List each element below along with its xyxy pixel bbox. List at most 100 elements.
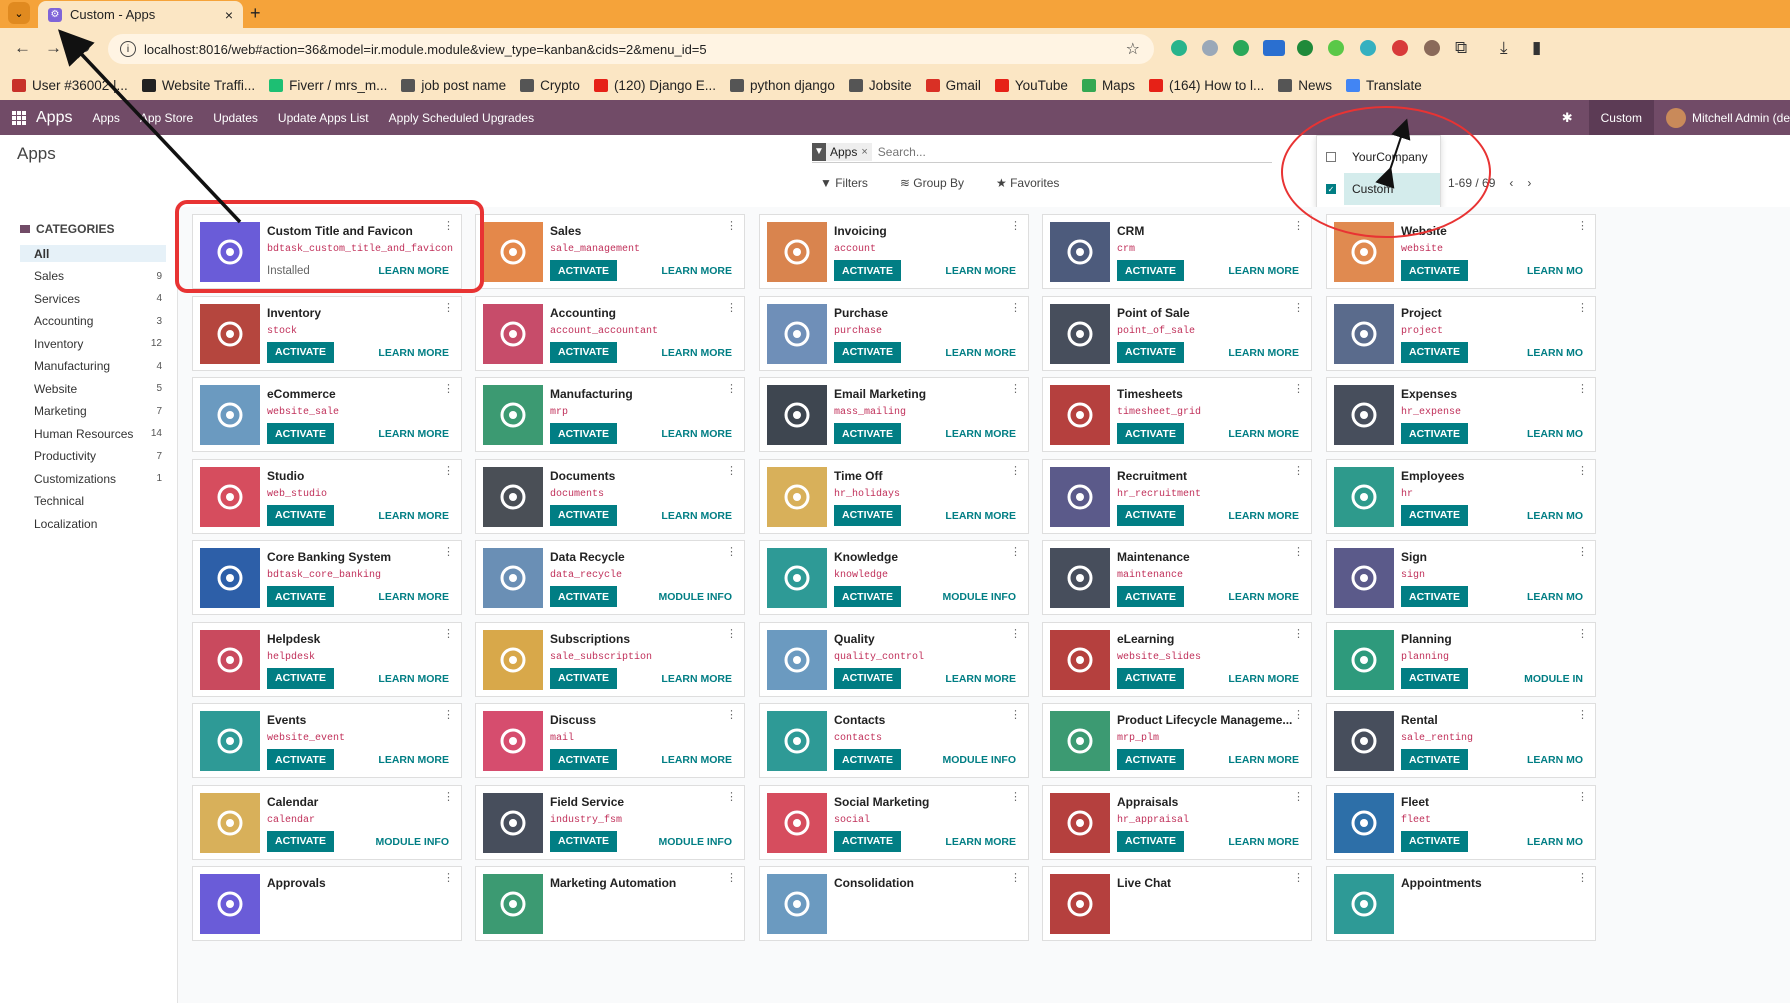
nav-link-update-apps-list[interactable]: Update Apps List xyxy=(278,111,369,125)
card-menu-icon[interactable]: ⋮ xyxy=(726,873,737,884)
card-menu-icon[interactable]: ⋮ xyxy=(1577,710,1588,721)
app-card[interactable]: Email Marketing mass_mailing ⋮ ACTIVATE LEAR… xyxy=(759,377,1029,452)
bookmark-star-icon[interactable]: ☆ xyxy=(1126,39,1140,59)
activate-button[interactable]: ACTIVATE xyxy=(834,260,901,281)
learn-more-link[interactable]: LEARN MORE xyxy=(1228,265,1299,277)
new-extension-icon[interactable] xyxy=(1263,40,1285,56)
card-menu-icon[interactable]: ⋮ xyxy=(726,628,737,640)
filters-button[interactable]: ▼ Filters xyxy=(820,176,884,190)
nav-link-apply-scheduled-upgrades[interactable]: Apply Scheduled Upgrades xyxy=(389,111,534,125)
app-card[interactable]: Core Banking System bdtask_core_banking ⋮ A… xyxy=(192,540,462,615)
card-menu-icon[interactable]: ⋮ xyxy=(1577,465,1588,477)
nav-brand[interactable]: Apps xyxy=(36,109,72,127)
category-item[interactable]: Accounting 3 xyxy=(20,313,166,330)
learn-more-link[interactable]: LEARN MORE xyxy=(1228,591,1299,603)
activate-button[interactable]: ACTIVATE xyxy=(550,341,617,363)
card-menu-icon[interactable]: ⋮ xyxy=(1577,791,1588,803)
app-menu-grid-icon[interactable] xyxy=(12,110,26,125)
bookmark-item[interactable]: python django xyxy=(730,78,835,93)
app-card[interactable]: Field Service industry_fsm ⋮ ACTIVATE MODULE… xyxy=(475,784,745,860)
learn-more-link[interactable]: LEARN MORE xyxy=(661,428,732,440)
card-menu-icon[interactable]: ⋮ xyxy=(1293,873,1304,884)
card-menu-icon[interactable]: ⋮ xyxy=(1577,384,1588,395)
app-card[interactable]: Invoicing account ⋮ ACTIVATE LEARN MORE xyxy=(759,214,1029,289)
back-icon[interactable]: ← xyxy=(14,38,31,58)
card-menu-icon[interactable]: ⋮ xyxy=(443,547,454,558)
learn-more-link[interactable]: LEARN MORE xyxy=(661,754,732,766)
site-info-icon[interactable]: i xyxy=(120,41,136,57)
sidepanel-icon[interactable]: ▮ xyxy=(1532,38,1541,58)
activate-button[interactable]: ACTIVATE xyxy=(1401,749,1468,770)
learn-more-link[interactable]: LEARN MORE xyxy=(945,673,1016,685)
activate-button[interactable]: ACTIVATE xyxy=(834,504,901,526)
group-by-button[interactable]: ≋ Group By xyxy=(900,176,980,190)
learn-more-link[interactable]: MODULE IN xyxy=(1524,673,1583,685)
bookmark-item[interactable]: News xyxy=(1278,78,1332,93)
app-card[interactable]: eCommerce website_sale ⋮ ACTIVATE LEARN MORE xyxy=(192,377,462,452)
activate-button[interactable]: ACTIVATE xyxy=(1117,586,1184,607)
bookmark-item[interactable]: (120) Django E... xyxy=(593,78,716,93)
browser-tab[interactable]: ⚙ Custom - Apps × xyxy=(38,1,243,28)
extension-icon[interactable] xyxy=(1392,40,1408,56)
app-card[interactable]: Approvals ⋮ xyxy=(192,866,462,941)
learn-more-link[interactable]: LEARN MO xyxy=(1527,836,1583,848)
bookmark-item[interactable]: Crypto xyxy=(520,78,580,93)
app-card[interactable]: Planning planning ⋮ ACTIVATE MODULE IN xyxy=(1326,621,1596,697)
extension-icon[interactable] xyxy=(1360,40,1376,56)
forward-icon[interactable]: → xyxy=(45,38,62,58)
app-card[interactable]: Project project ⋮ ACTIVATE LEARN MO xyxy=(1326,295,1596,371)
app-card[interactable]: Documents documents ⋮ ACTIVATE LEARN MORE xyxy=(475,458,745,534)
bookmark-item[interactable]: Fiverr / mrs_m... xyxy=(269,78,387,93)
card-menu-icon[interactable]: ⋮ xyxy=(1010,873,1021,884)
activate-button[interactable]: ACTIVATE xyxy=(1401,504,1468,526)
bookmark-item[interactable]: Website Traffi... xyxy=(141,78,255,93)
card-menu-icon[interactable]: ⋮ xyxy=(1577,302,1588,314)
card-menu-icon[interactable]: ⋮ xyxy=(443,873,454,884)
pager-next-icon[interactable]: › xyxy=(1527,176,1531,190)
app-card[interactable]: Product Lifecycle Manageme... mrp_plm ⋮ ACT… xyxy=(1042,703,1312,778)
learn-more-link[interactable]: LEARN MORE xyxy=(378,673,449,685)
activate-button[interactable]: ACTIVATE xyxy=(550,423,617,444)
activate-button[interactable]: ACTIVATE xyxy=(267,830,334,852)
card-menu-icon[interactable]: ⋮ xyxy=(1010,710,1021,721)
app-card[interactable]: Recruitment hr_recruitment ⋮ ACTIVATE LEARN … xyxy=(1042,458,1312,534)
activate-button[interactable]: ACTIVATE xyxy=(267,341,334,363)
category-item[interactable]: Website 5 xyxy=(20,380,166,397)
app-card[interactable]: Appointments ⋮ xyxy=(1326,866,1596,941)
card-menu-icon[interactable]: ⋮ xyxy=(726,302,737,314)
learn-more-link[interactable]: LEARN MO xyxy=(1527,754,1583,766)
extension-icon[interactable] xyxy=(1328,40,1344,56)
activate-button[interactable]: ACTIVATE xyxy=(1401,423,1468,444)
activate-button[interactable]: ACTIVATE xyxy=(1117,423,1184,444)
search-bar[interactable]: ▼ Apps × xyxy=(812,141,1272,163)
activate-button[interactable]: ACTIVATE xyxy=(550,830,617,852)
user-avatar[interactable] xyxy=(1665,107,1686,128)
nav-link-updates[interactable]: Updates xyxy=(213,111,258,125)
app-card[interactable]: Maintenance maintenance ⋮ ACTIVATE LEARN MOR… xyxy=(1042,540,1312,615)
debug-bug-icon[interactable]: ✱ xyxy=(1562,110,1573,126)
card-menu-icon[interactable]: ⋮ xyxy=(1010,221,1021,232)
card-menu-icon[interactable]: ⋮ xyxy=(726,221,737,232)
learn-more-link[interactable]: LEARN MORE xyxy=(661,347,732,359)
card-menu-icon[interactable]: ⋮ xyxy=(443,791,454,803)
learn-more-link[interactable]: LEARN MORE xyxy=(945,836,1016,848)
bookmark-item[interactable]: Maps xyxy=(1081,78,1135,93)
search-input[interactable] xyxy=(877,144,1033,159)
app-card[interactable]: Purchase purchase ⋮ ACTIVATE LEARN MORE xyxy=(759,295,1029,371)
tab-close-icon[interactable]: × xyxy=(225,7,233,23)
learn-more-link[interactable]: LEARN MORE xyxy=(1228,510,1299,522)
app-card[interactable]: Sales sale_management ⋮ ACTIVATE LEARN MORE xyxy=(475,214,745,289)
card-menu-icon[interactable]: ⋮ xyxy=(1293,302,1304,314)
category-item[interactable]: Technical xyxy=(20,493,166,510)
learn-more-link[interactable]: MODULE INFO xyxy=(943,591,1017,603)
new-tab-button[interactable]: + xyxy=(250,3,261,24)
activate-button[interactable]: ACTIVATE xyxy=(834,667,901,689)
app-card[interactable]: Subscriptions sale_subscription ⋮ ACTIVATE L… xyxy=(475,621,745,697)
app-card[interactable]: Timesheets timesheet_grid ⋮ ACTIVATE LEARN M… xyxy=(1042,377,1312,452)
app-card[interactable]: Accounting account_accountant ⋮ ACTIVATE LEA… xyxy=(475,295,745,371)
activate-button[interactable]: ACTIVATE xyxy=(1401,830,1468,852)
company-switcher[interactable]: Custom xyxy=(1588,100,1654,135)
activate-button[interactable]: ACTIVATE xyxy=(1117,667,1184,689)
learn-more-link[interactable]: LEARN MORE xyxy=(1228,673,1299,685)
learn-more-link[interactable]: LEARN MORE xyxy=(661,265,732,277)
